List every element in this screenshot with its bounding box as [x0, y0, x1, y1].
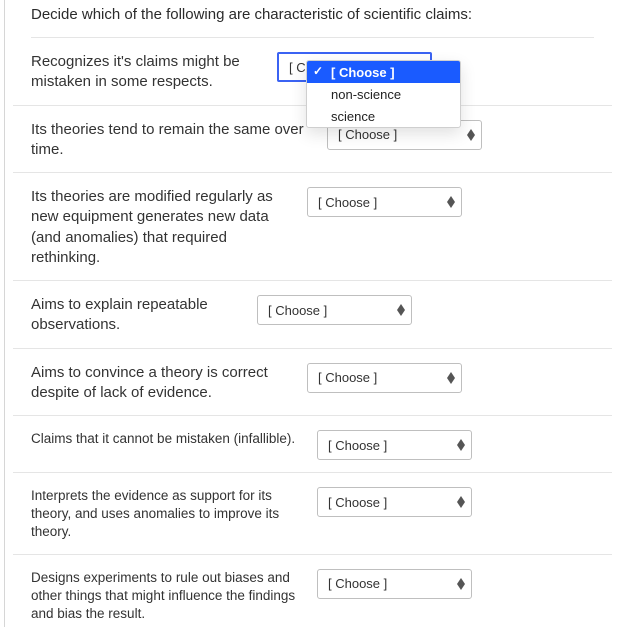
answer-select[interactable]: [ Choose ] [317, 430, 472, 460]
answer-select[interactable]: [ Choose ] [317, 487, 472, 517]
dropdown-option[interactable]: non-science [307, 83, 460, 105]
select-value: [ Choose ] [338, 127, 397, 142]
select-value: [ Choose ] [318, 195, 377, 210]
select-value: [ Choose ] [328, 576, 387, 591]
updown-icon [467, 129, 475, 141]
answer-select[interactable]: [ Choose ] [317, 569, 472, 599]
option-label: non-science [331, 87, 401, 102]
dropdown-option[interactable]: ✓ [ Choose ] [307, 61, 460, 83]
updown-icon [397, 304, 405, 316]
answer-select[interactable]: [ Choose ] [307, 187, 462, 217]
match-row: Interprets the evidence as support for i… [13, 473, 612, 555]
select-value: [ Choose ] [268, 303, 327, 318]
prompt-text: Its theories are modified regularly as n… [31, 187, 291, 268]
updown-icon [447, 196, 455, 208]
updown-icon [457, 496, 465, 508]
dropdown-option[interactable]: science [307, 105, 460, 127]
prompt-text: Designs experiments to rule out biases a… [31, 569, 301, 624]
select-value: [ Choose ] [318, 370, 377, 385]
select-value: [ Choose ] [328, 438, 387, 453]
updown-icon [447, 372, 455, 384]
match-row: Aims to convince a theory is correct des… [13, 349, 612, 417]
updown-icon [457, 439, 465, 451]
dropdown-menu: ✓ [ Choose ] non-science science [306, 60, 461, 128]
option-label: [ Choose ] [331, 65, 395, 80]
option-label: science [331, 109, 375, 124]
match-row: Claims that it cannot be mistaken (infal… [13, 416, 612, 473]
question-instruction: Decide which of the following are charac… [13, 6, 612, 37]
select-value: [ Choose ] [328, 495, 387, 510]
prompt-text: Interprets the evidence as support for i… [31, 487, 301, 542]
match-row: Its theories are modified regularly as n… [13, 173, 612, 281]
match-row: Designs experiments to rule out biases a… [13, 555, 612, 635]
check-icon: ✓ [313, 64, 323, 78]
prompt-text: Its theories tend to remain the same ove… [31, 120, 311, 161]
match-row: Aims to explain repeatable observations.… [13, 281, 612, 349]
prompt-text: Claims that it cannot be mistaken (infal… [31, 430, 301, 448]
prompt-text: Aims to explain repeatable observations. [31, 295, 241, 336]
prompt-text: Recognizes it's claims might be mistaken… [31, 52, 261, 93]
prompt-text: Aims to convince a theory is correct des… [31, 363, 291, 404]
answer-select[interactable]: [ Choose ] [257, 295, 412, 325]
updown-icon [457, 578, 465, 590]
answer-select[interactable]: [ Choose ] [307, 363, 462, 393]
